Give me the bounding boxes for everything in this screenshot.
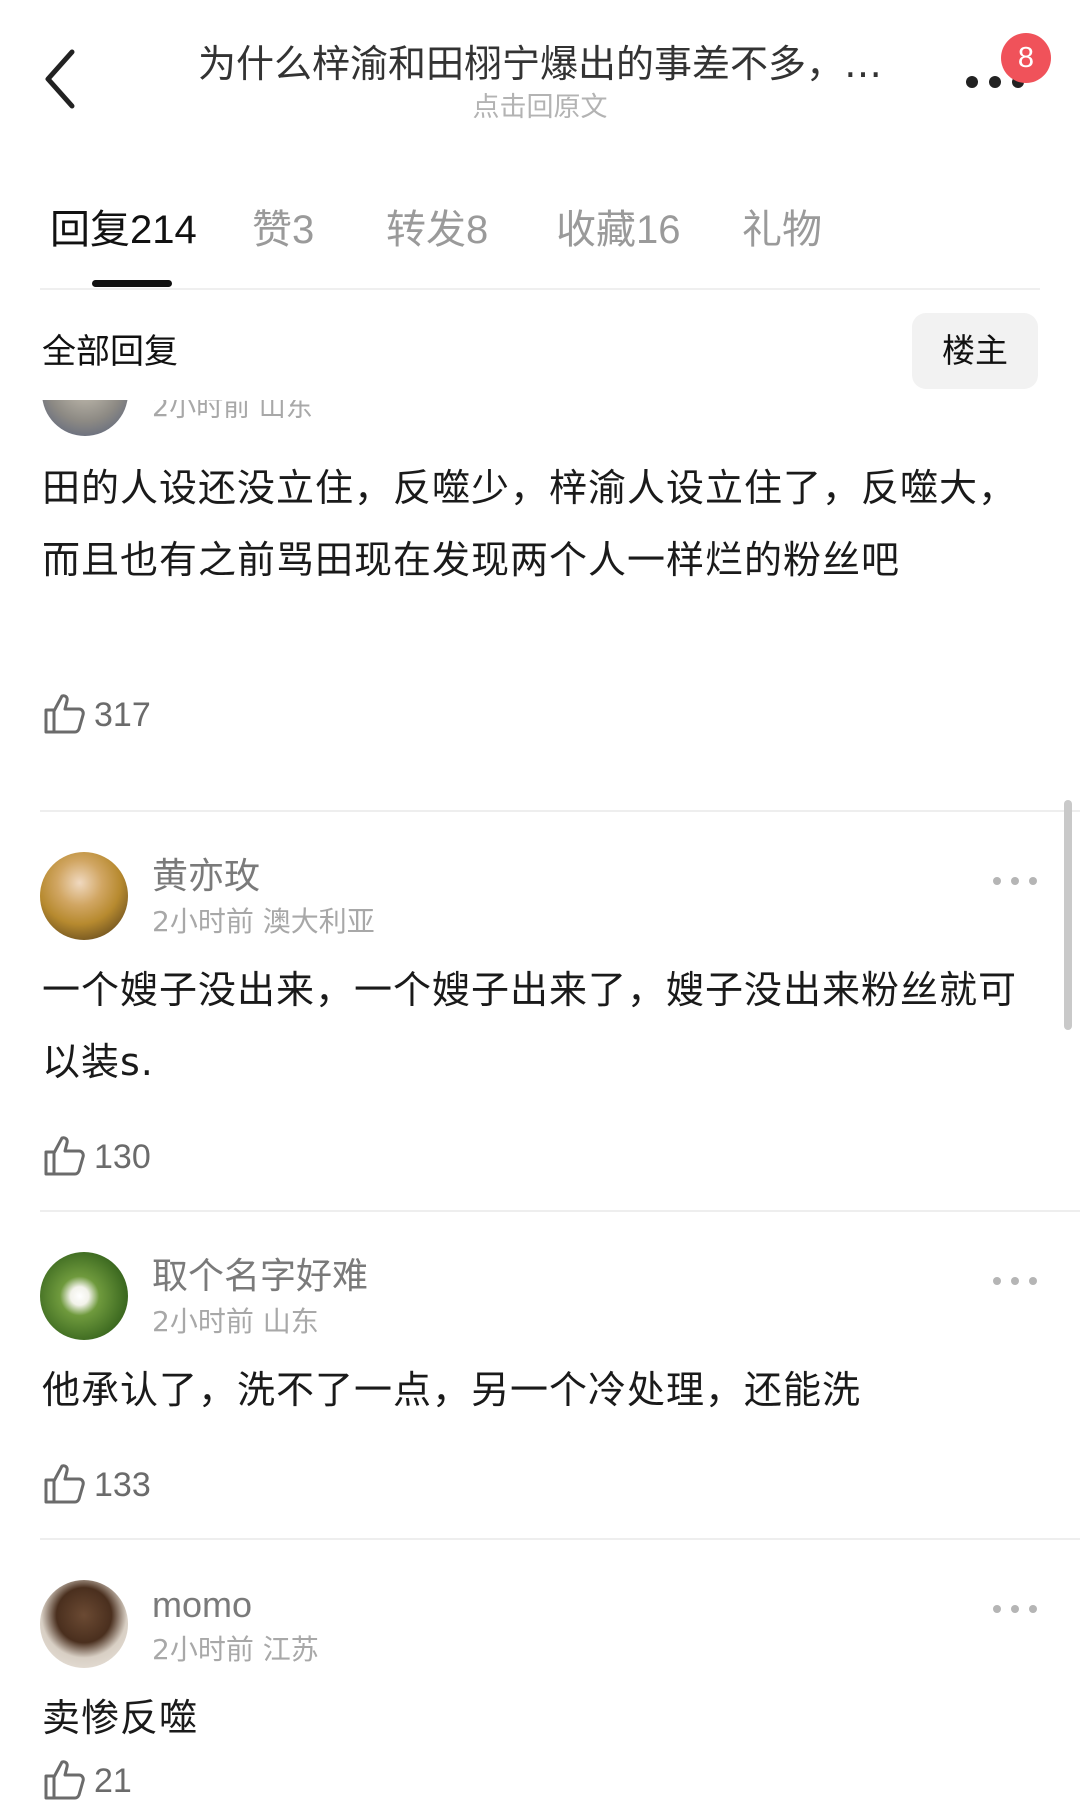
divider [40, 288, 1040, 290]
like-button[interactable]: 21 [42, 1756, 162, 1806]
comment-item: momo 2小时前 江苏 卖惨反噬 21 [0, 1580, 1080, 1807]
like-button[interactable]: 133 [42, 1460, 162, 1510]
comment-meta: 2小时前 澳大利亚 [152, 904, 375, 940]
comment-item: 黄亦玫 2小时前 澳大利亚 一个嫂子没出来，一个嫂子出来了，嫂子没出来粉丝就可以… [0, 852, 1080, 1192]
thumbs-up-icon [44, 694, 85, 734]
tab-label: 赞 [252, 207, 292, 253]
comment-text: 他承认了，洗不了一点，另一个冷处理，还能洗 [42, 1368, 862, 1412]
avatar[interactable] [40, 852, 128, 940]
avatar[interactable] [40, 1580, 128, 1668]
like-count: 130 [94, 1138, 151, 1176]
comment-more-button[interactable] [985, 1266, 1045, 1296]
tab-bar: 回复214 赞3 转发8 收藏16 礼物 [40, 190, 1040, 290]
top-bar: 为什么梓渝和田栩宁爆出的事差不多，… 点击回原文 8 [0, 0, 1080, 140]
comment-text: 田的人设还没立住，反噬少，梓渝人设立住了，反噬大，而且也有之前骂田现在发现两个人… [42, 466, 1018, 582]
title-area[interactable]: 为什么梓渝和田栩宁爆出的事差不多，… 点击回原文 [150, 38, 930, 126]
tab-reposts[interactable]: 转发8 [386, 190, 488, 270]
username[interactable]: 取个名字好难 [152, 1254, 368, 1300]
comment-text: 卖惨反噬 [42, 1696, 199, 1740]
tab-likes[interactable]: 赞3 [252, 190, 314, 270]
comment-meta: 2小时前 江苏 [152, 1632, 319, 1668]
tab-label: 转发 [386, 207, 466, 253]
username[interactable]: 黄亦玫 [152, 854, 260, 900]
comment-more-button[interactable] [985, 1594, 1045, 1624]
divider [40, 1538, 1080, 1540]
back-button[interactable] [36, 44, 86, 114]
avatar[interactable] [40, 1252, 128, 1340]
back-to-original-link[interactable]: 点击回原文 [150, 90, 930, 126]
notification-badge: 8 [1001, 33, 1051, 83]
more-dots-icon [993, 1277, 1037, 1285]
page-title: 为什么梓渝和田栩宁爆出的事差不多，… [197, 42, 882, 86]
tab-label: 礼物 [742, 207, 822, 253]
thumbs-up-icon [44, 1136, 85, 1176]
op-filter-button[interactable]: 楼主 [912, 313, 1038, 389]
more-dots-icon [993, 1605, 1037, 1613]
comment-time: 2小时前 [152, 1305, 254, 1338]
tab-count: 3 [292, 208, 315, 252]
tab-favorites[interactable]: 收藏16 [556, 190, 681, 270]
comment-time: 2小时前 [152, 1633, 254, 1666]
comment-time: 2小时前 [152, 905, 254, 938]
tab-label: 收藏 [556, 207, 636, 253]
username[interactable]: momo [152, 1582, 252, 1628]
comment-more-button[interactable] [985, 866, 1045, 896]
active-tab-indicator [92, 280, 172, 287]
chevron-left-icon [45, 49, 75, 109]
comment-location: 江苏 [262, 1633, 319, 1666]
like-count: 21 [94, 1762, 132, 1800]
like-count: 133 [94, 1466, 151, 1504]
like-button[interactable]: 317 [42, 690, 162, 740]
comment-item: 取个名字好难 2小时前 山东 他承认了，洗不了一点，另一个冷处理，还能洗 133 [0, 1252, 1080, 1512]
section-title: 全部回复 [42, 332, 178, 372]
like-button[interactable]: 130 [42, 1132, 162, 1182]
comment-meta: 2小时前 山东 [152, 1304, 319, 1340]
more-dots-icon [993, 877, 1037, 885]
comment-text: 一个嫂子没出来，一个嫂子出来了，嫂子没出来粉丝就可以装s. [42, 968, 1018, 1084]
tab-count: 214 [130, 208, 197, 252]
comment-location: 澳大利亚 [262, 905, 375, 938]
scrollbar[interactable] [1064, 800, 1072, 1030]
tab-count: 16 [636, 208, 681, 252]
comment-meta: 2小时前 山东 [152, 400, 313, 423]
avatar[interactable] [42, 400, 128, 436]
tab-replies[interactable]: 回复214 [50, 190, 197, 270]
thumbs-up-icon [44, 1464, 85, 1504]
tab-gifts[interactable]: 礼物 [742, 190, 822, 270]
tab-count: 8 [466, 208, 489, 252]
divider [40, 810, 1080, 812]
like-count: 317 [94, 696, 151, 734]
comment-list[interactable]: 2小时前 山东 田的人设还没立住，反噬少，梓渝人设立住了，反噬大，而且也有之前骂… [0, 400, 1080, 1807]
comment-location: 山东 [262, 1305, 319, 1338]
divider [40, 1210, 1080, 1212]
tab-label: 回复 [50, 207, 130, 253]
thumbs-up-icon [44, 1760, 85, 1800]
